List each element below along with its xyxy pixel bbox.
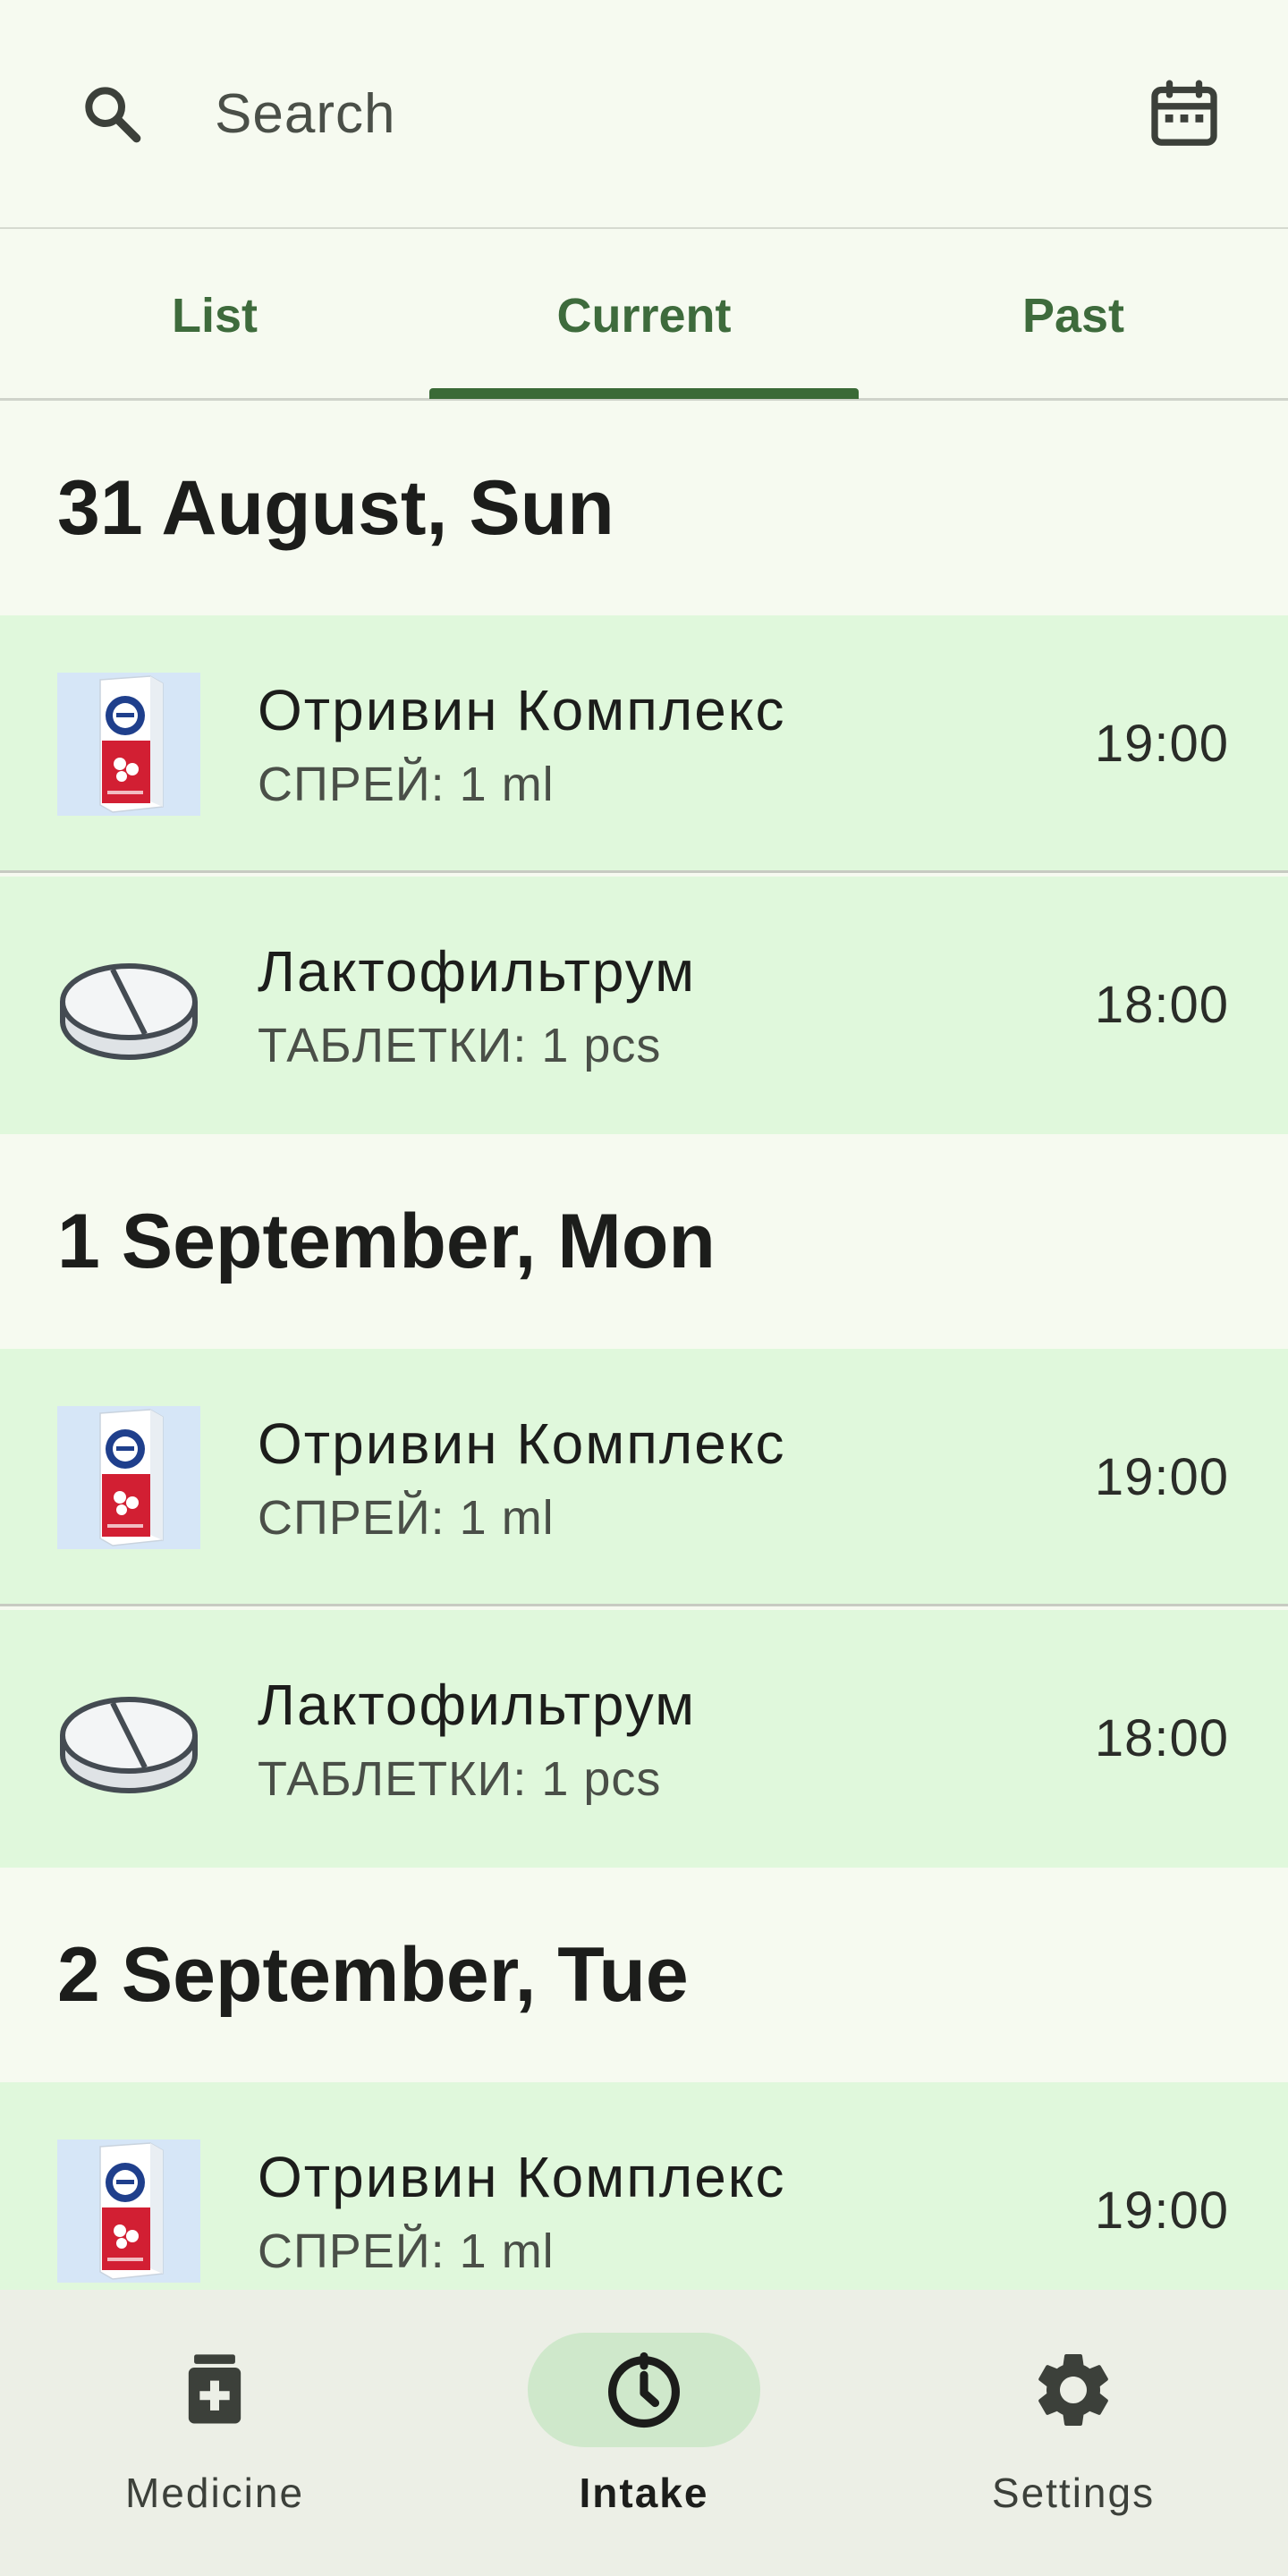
- medicine-icon: [188, 2354, 242, 2424]
- bottom-navigation: Medicine Intake Settings: [0, 2290, 1288, 2576]
- search-input[interactable]: Search: [215, 79, 395, 150]
- calendar-icon[interactable]: [1145, 75, 1224, 154]
- pill-icon: [60, 1697, 198, 1793]
- nav-label: Settings: [991, 2470, 1156, 2516]
- tab-current[interactable]: Current: [429, 231, 859, 401]
- spray-box-image: [57, 673, 200, 816]
- tab-bar: List Current Past: [0, 231, 1288, 401]
- intake-time: 19:00: [1094, 1448, 1229, 1506]
- intake-time: 19:00: [1094, 2182, 1229, 2240]
- intake-time: 18:00: [1094, 1709, 1229, 1767]
- tab-past[interactable]: Past: [859, 231, 1288, 401]
- medicine-dose: СПРЕЙ: 1 ml: [258, 2224, 555, 2278]
- gear-icon: [1038, 2354, 1108, 2426]
- intake-row[interactable]: Отривин Комплекс СПРЕЙ: 1 ml 19:00: [0, 1349, 1288, 1606]
- tab-list[interactable]: List: [0, 231, 429, 401]
- medicine-name: Отривин Комплекс: [258, 678, 786, 742]
- search-icon[interactable]: [77, 79, 148, 150]
- spray-box-image: [57, 2140, 200, 2283]
- medicine-dose: СПРЕЙ: 1 ml: [258, 1491, 555, 1545]
- medicine-dose: ТАБЛЕТКИ: 1 pcs: [258, 1752, 662, 1806]
- nav-label: Medicine: [124, 2470, 305, 2516]
- medicine-dose: СПРЕЙ: 1 ml: [258, 758, 555, 811]
- nav-settings[interactable]: Settings: [859, 2290, 1288, 2576]
- intake-row[interactable]: Отривин Комплекс СПРЕЙ: 1 ml 19:00: [0, 615, 1288, 873]
- intake-row[interactable]: Лактофильтрум ТАБЛЕТКИ: 1 pcs 18:00: [0, 1610, 1288, 1868]
- medicine-name: Лактофильтрум: [258, 939, 697, 1004]
- medicine-name: Лактофильтрум: [258, 1673, 697, 1737]
- nav-medicine[interactable]: Medicine: [0, 2290, 429, 2576]
- medicine-name: Отривин Комплекс: [258, 2145, 786, 2209]
- medicine-dose: ТАБЛЕТКИ: 1 pcs: [258, 1019, 662, 1072]
- search-bar[interactable]: Search: [0, 0, 1288, 229]
- day-header: 1 September, Mon: [57, 1199, 716, 1284]
- day-header: 31 August, Sun: [57, 465, 614, 551]
- intake-screen: Search List Current Past 31 August, Sun: [0, 0, 1288, 2576]
- intake-row[interactable]: Лактофильтрум ТАБЛЕТКИ: 1 pcs 18:00: [0, 877, 1288, 1134]
- day-header: 2 September, Tue: [57, 1932, 689, 2018]
- nav-intake[interactable]: Intake: [429, 2290, 859, 2576]
- spray-box-image: [57, 1406, 200, 1549]
- tab-indicator: [429, 388, 859, 399]
- nav-label: Intake: [579, 2470, 709, 2516]
- clock-icon: [608, 2351, 680, 2428]
- medicine-name: Отривин Комплекс: [258, 1411, 786, 1476]
- pill-icon: [60, 963, 198, 1060]
- intake-time: 18:00: [1094, 976, 1229, 1034]
- intake-time: 19:00: [1094, 715, 1229, 773]
